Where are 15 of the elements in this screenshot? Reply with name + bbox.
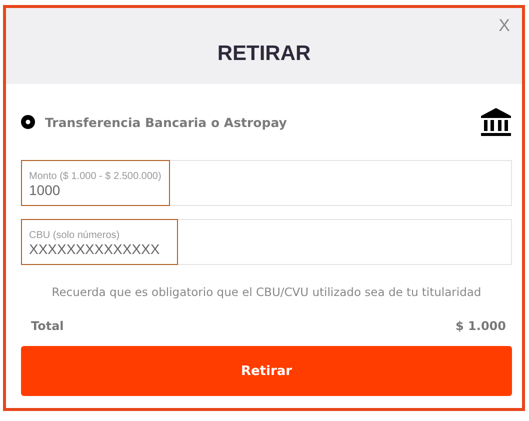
close-button[interactable]: X — [498, 16, 510, 36]
total-amount: $ 1.000 — [456, 319, 506, 333]
field-label: Monto ($ 1.000 - $ 2.500.000) — [29, 171, 162, 182]
input-field[interactable]: CBU (solo números) XXXXXXXXXXXXXX — [21, 219, 512, 265]
dialog-title: RETIRAR — [217, 42, 311, 66]
radio-button[interactable] — [21, 115, 35, 129]
total-label: Total — [31, 319, 64, 333]
highlight-box: Monto ($ 1.000 - $ 2.500.000) 1000 — [21, 160, 170, 206]
field-label: CBU (solo números) — [29, 230, 121, 241]
highlight-box: CBU (solo números) XXXXXXXXXXXXXX — [21, 219, 178, 265]
withdraw-button[interactable]: Retirar — [21, 346, 512, 396]
input-field[interactable]: Monto ($ 1.000 - $ 2.500.000) 1000 — [21, 160, 512, 206]
bank-icon — [480, 107, 512, 137]
notice-text: Recuerda que es obligatorio que el CBU/CVU utilizado sea de tu titularidad — [50, 285, 482, 299]
method-label: Transferencia Bancaria o Astropay — [45, 114, 288, 130]
